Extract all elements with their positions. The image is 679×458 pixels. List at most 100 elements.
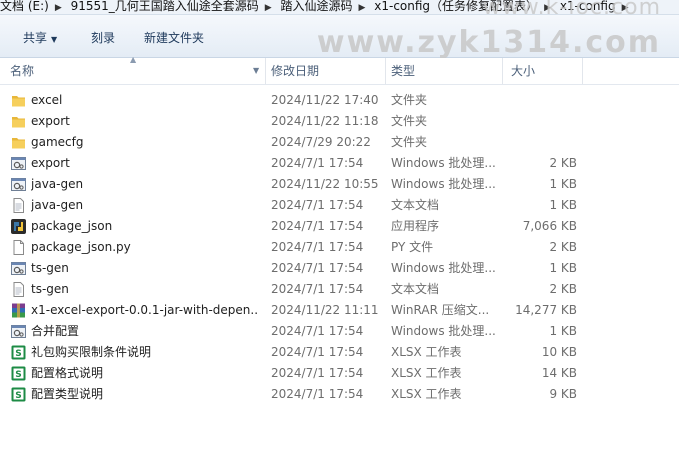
file-size: 9 KB xyxy=(549,387,577,401)
batch-file-icon xyxy=(11,156,26,171)
chevron-down-icon[interactable]: ▼ xyxy=(253,58,259,84)
batch-file-icon xyxy=(11,324,26,339)
text-file-icon xyxy=(11,282,26,297)
chevron-down-icon: ▼ xyxy=(51,35,58,44)
burn-label: 刻录 xyxy=(91,31,116,45)
column-type[interactable]: 类型 xyxy=(391,58,415,84)
file-row[interactable]: x1-excel-export-0.0.1-jar-with-depen... 2… xyxy=(0,300,679,321)
file-row[interactable]: export 2024/7/1 17:54 Windows 批处理... 2 KB xyxy=(0,153,679,174)
batch-file-icon xyxy=(11,177,26,192)
file-row[interactable]: gamecfg 2024/7/29 20:22 文件夹 xyxy=(0,132,679,153)
file-name: 合并配置 xyxy=(31,324,80,338)
file-size: 1 KB xyxy=(549,198,577,212)
file-name: package_json xyxy=(31,219,113,233)
file-size: 2 KB xyxy=(549,282,577,296)
file-type: 应用程序 xyxy=(391,219,440,233)
column-divider[interactable] xyxy=(582,58,583,84)
file-size: 1 KB xyxy=(549,324,577,338)
file-name: export xyxy=(31,114,70,128)
file-name: export xyxy=(31,156,70,170)
folder-icon xyxy=(11,93,26,108)
file-name: package_json.py xyxy=(31,240,131,254)
file-name: excel xyxy=(31,93,63,107)
chevron-right-icon[interactable]: ▶ xyxy=(55,2,62,14)
file-name: x1-excel-export-0.0.1-jar-with-depen... xyxy=(31,303,259,317)
file-size: 1 KB xyxy=(549,261,577,275)
chevron-right-icon[interactable]: ▶ xyxy=(359,2,366,14)
file-name: ts-gen xyxy=(31,261,69,275)
breadcrumb-item[interactable]: 文档 (E:) xyxy=(0,0,49,13)
file-name: java-gen xyxy=(31,198,84,212)
file-row[interactable]: S 配置格式说明 2024/7/1 17:54 XLSX 工作表 14 KB xyxy=(0,363,679,384)
svg-text:S: S xyxy=(15,370,21,380)
column-size[interactable]: 大小 xyxy=(511,58,535,84)
file-size: 14 KB xyxy=(541,366,577,380)
file-type: Windows 批处理... xyxy=(391,324,496,338)
column-date[interactable]: 修改日期 xyxy=(271,58,319,84)
watermark-small: www.k-ioc.com xyxy=(482,0,661,20)
file-date: 2024/7/1 17:54 xyxy=(271,261,364,275)
column-divider[interactable] xyxy=(502,58,503,84)
share-label: 共享 xyxy=(23,31,48,45)
file-date: 2024/7/1 17:54 xyxy=(271,240,364,254)
file-type: 文件夹 xyxy=(391,114,428,128)
file-size: 2 KB xyxy=(549,240,577,254)
file-type: 文件夹 xyxy=(391,93,428,107)
share-button[interactable]: 共享 ▼ xyxy=(23,29,57,46)
file-date: 2024/7/1 17:54 xyxy=(271,156,364,170)
file-date: 2024/7/1 17:54 xyxy=(271,345,364,359)
file-type: XLSX 工作表 xyxy=(391,387,462,401)
file-date: 2024/7/1 17:54 xyxy=(271,366,364,380)
column-name[interactable]: 名称 xyxy=(10,58,34,84)
column-header: 名称 ▲ ▼ 修改日期 类型 大小 xyxy=(0,55,679,85)
file-date: 2024/7/1 17:54 xyxy=(271,219,364,233)
file-row[interactable]: java-gen 2024/11/22 10:55 Windows 批处理... 1 … xyxy=(0,174,679,195)
file-row[interactable]: excel 2024/11/22 17:40 文件夹 xyxy=(0,90,679,111)
file-type: 文本文档 xyxy=(391,282,440,296)
file-row[interactable]: S 礼包购买限制条件说明 2024/7/1 17:54 XLSX 工作表 10 KB xyxy=(0,342,679,363)
file-name: 配置格式说明 xyxy=(31,366,104,380)
file-date: 2024/7/1 17:54 xyxy=(271,324,364,338)
column-divider[interactable] xyxy=(385,58,386,84)
file-size: 10 KB xyxy=(541,345,577,359)
file-size: 14,277 KB xyxy=(515,303,577,317)
file-name: ts-gen xyxy=(31,282,69,296)
file-type: 文件夹 xyxy=(391,135,428,149)
file-date: 2024/7/1 17:54 xyxy=(271,387,364,401)
file-size: 1 KB xyxy=(549,177,577,191)
winrar-icon xyxy=(11,303,26,318)
file-date: 2024/11/22 17:40 xyxy=(271,93,379,107)
file-row[interactable]: package_json.py 2024/7/1 17:54 PY 文件 2 KB xyxy=(0,237,679,258)
svg-text:S: S xyxy=(15,349,21,359)
file-row[interactable]: S 配置类型说明 2024/7/1 17:54 XLSX 工作表 9 KB xyxy=(0,384,679,405)
new-folder-label: 新建文件夹 xyxy=(144,31,205,45)
chevron-right-icon[interactable]: ▶ xyxy=(265,2,272,14)
file-row[interactable]: ts-gen 2024/7/1 17:54 Windows 批处理... 1 KB xyxy=(0,258,679,279)
text-file-icon xyxy=(11,198,26,213)
file-type: XLSX 工作表 xyxy=(391,366,462,380)
batch-file-icon xyxy=(11,261,26,276)
column-divider[interactable] xyxy=(265,58,266,84)
file-type: 文本文档 xyxy=(391,198,440,212)
file-type: XLSX 工作表 xyxy=(391,345,462,359)
file-name: gamecfg xyxy=(31,135,84,149)
file-size: 7,066 KB xyxy=(522,219,577,233)
breadcrumb-item[interactable]: 踏入仙途源码 xyxy=(281,0,353,13)
file-row[interactable]: ts-gen 2024/7/1 17:54 文本文档 2 KB xyxy=(0,279,679,300)
file-date: 2024/11/22 11:11 xyxy=(271,303,379,317)
file-row[interactable]: java-gen 2024/7/1 17:54 文本文档 1 KB xyxy=(0,195,679,216)
file-type: Windows 批处理... xyxy=(391,261,496,275)
file-type: Windows 批处理... xyxy=(391,156,496,170)
file-date: 2024/11/22 10:55 xyxy=(271,177,379,191)
xlsx-icon: S xyxy=(11,345,26,360)
file-row[interactable]: export 2024/11/22 11:18 文件夹 xyxy=(0,111,679,132)
burn-button[interactable]: 刻录 xyxy=(91,29,115,46)
file-row[interactable]: package_json 2024/7/1 17:54 应用程序 7,066 KB xyxy=(0,216,679,237)
breadcrumb-item[interactable]: 91551_几何王国踏入仙途全套源码 xyxy=(71,0,259,13)
file-date: 2024/11/22 11:18 xyxy=(271,114,379,128)
file-date: 2024/7/1 17:54 xyxy=(271,282,364,296)
file-row[interactable]: 合并配置 2024/7/1 17:54 Windows 批处理... 1 KB xyxy=(0,321,679,342)
new-folder-button[interactable]: 新建文件夹 xyxy=(144,29,204,46)
file-size: 2 KB xyxy=(549,156,577,170)
file-type: Windows 批处理... xyxy=(391,177,496,191)
